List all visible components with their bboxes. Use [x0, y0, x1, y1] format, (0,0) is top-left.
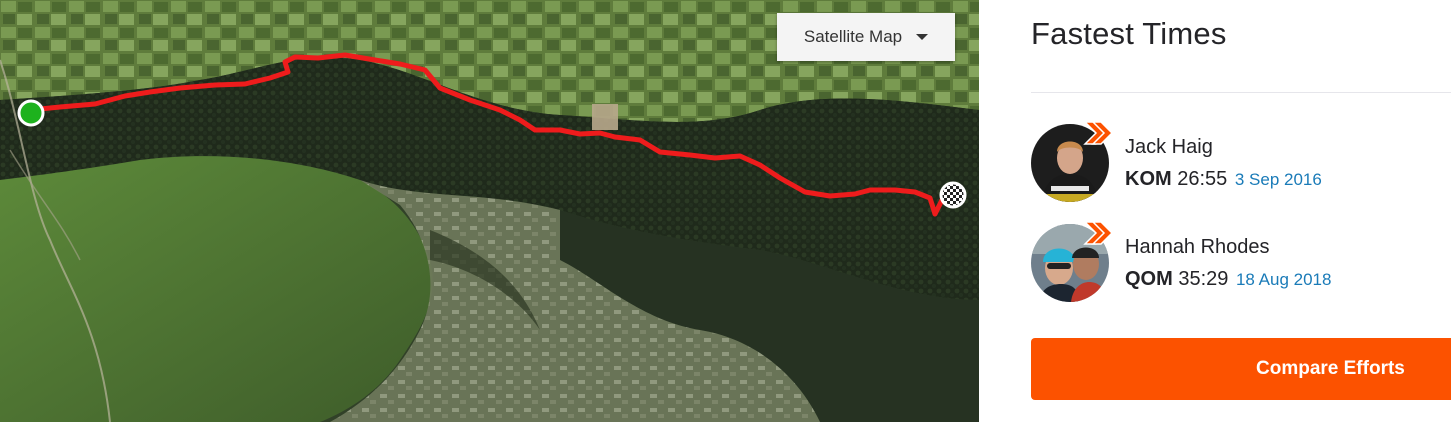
leaderboard-title: Fastest Times: [1031, 16, 1227, 51]
checkered-flag-icon[interactable]: [938, 180, 968, 210]
effort-line: KOM 26:55 3 Sep 2016: [1125, 168, 1322, 191]
leaderboard-panel: Fastest Times Jack Haig KOM 26:55 3 Sep …: [979, 0, 1451, 422]
compare-efforts-button[interactable]: Compare Efforts: [1031, 338, 1451, 400]
effort-date-link[interactable]: 3 Sep 2016: [1235, 170, 1322, 189]
start-marker-icon[interactable]: [16, 98, 46, 128]
kom-label: KOM: [1125, 168, 1172, 190]
map-type-label: Satellite Map: [803, 27, 903, 46]
effort-date-link[interactable]: 18 Aug 2018: [1236, 270, 1331, 289]
leader-entry-qom: Hannah Rhodes QOM 35:29 18 Aug 2018: [1031, 221, 1451, 304]
effort-time: 35:29: [1178, 268, 1229, 290]
qom-label: QOM: [1125, 268, 1173, 290]
segment-map[interactable]: Satellite Map: [0, 0, 979, 422]
kom-badge-icon: [1083, 121, 1113, 145]
effort-line: QOM 35:29 18 Aug 2018: [1125, 268, 1331, 291]
caret-down-icon: [916, 34, 929, 40]
effort-time: 26:55: [1177, 168, 1228, 190]
athlete-name[interactable]: Jack Haig: [1125, 136, 1213, 159]
map-type-dropdown[interactable]: Satellite Map: [777, 13, 955, 61]
route-line[interactable]: [0, 0, 979, 422]
qom-badge-icon: [1083, 221, 1113, 245]
leader-entry-kom: Jack Haig KOM 26:55 3 Sep 2016: [1031, 121, 1451, 204]
divider: [1031, 92, 1451, 93]
athlete-name[interactable]: Hannah Rhodes: [1125, 236, 1270, 259]
